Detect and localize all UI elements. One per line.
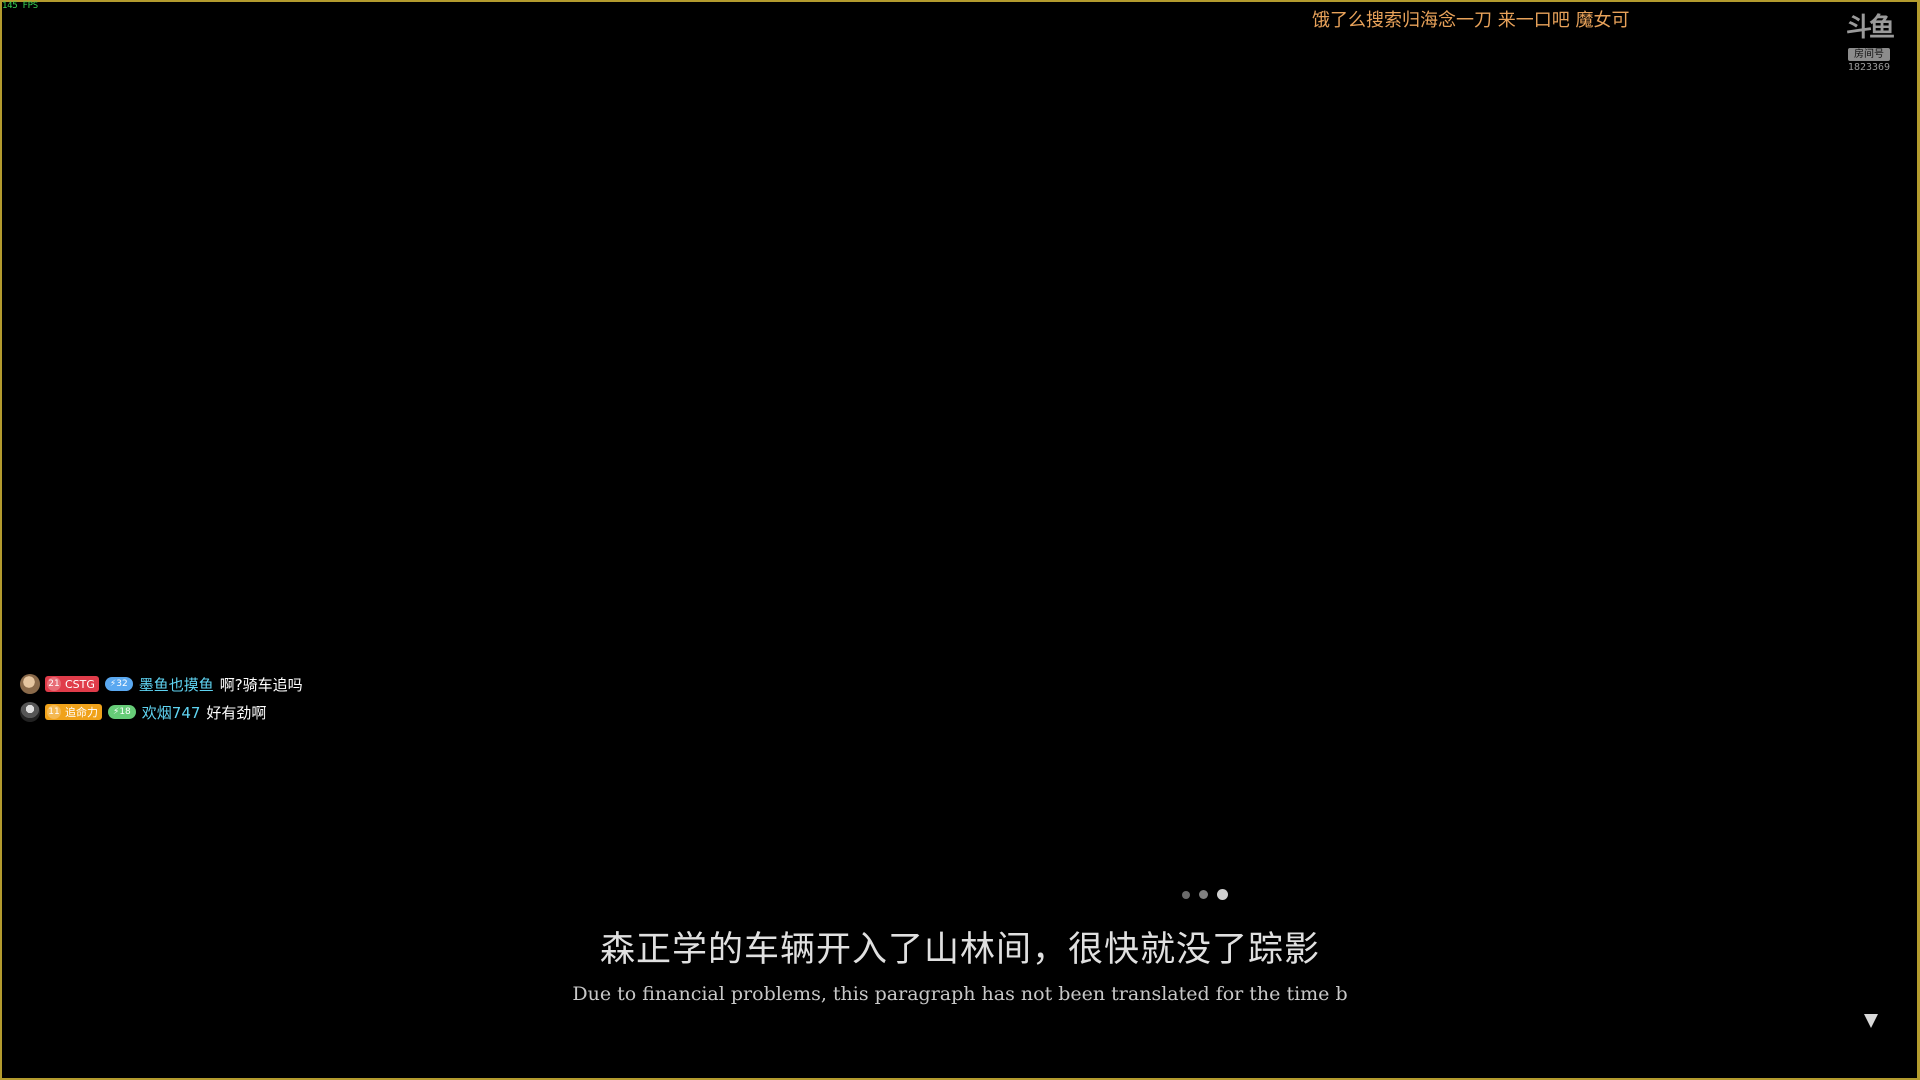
progress-dot [1182,890,1190,899]
chat-overlay: 21 CSTG ⚡ 32 墨鱼也摸鱼 啊?骑车追吗 11 追命力 ⚡ 18 欢烟74… [20,670,303,726]
fan-badge: 11 追命力 [45,704,102,720]
chat-message: 11 追命力 ⚡ 18 欢烟747 好有劲啊 [20,698,303,726]
game-window-frame [0,0,1920,1080]
chat-username[interactable]: 欢烟747 [142,702,201,723]
user-level-badge: ⚡ 18 [108,705,136,719]
room-number: 1823369 [1847,62,1891,73]
chat-message: 21 CSTG ⚡ 32 墨鱼也摸鱼 啊?骑车追吗 [20,670,303,698]
fan-level: 11 [47,705,61,719]
scrolling-marquee: 饿了么搜索归海念一刀 来一口吧 魔女可 [1312,10,1630,31]
user-level: 18 [119,707,131,717]
douyu-logo: 斗鱼 [1845,13,1895,43]
chat-text: 好有劲啊 [206,703,267,722]
fan-badge-label: 追命力 [65,706,98,719]
chat-username[interactable]: 墨鱼也摸鱼 [139,674,214,695]
user-level-badge: ⚡ 32 [104,677,133,691]
fps-counter: 145 FPS [2,1,38,11]
user-avatar-icon[interactable] [20,702,40,722]
fan-badge-label: CSTG [65,677,95,691]
fan-badge: 21 CSTG [45,676,99,692]
chat-text: 啊?骑车追吗 [219,675,303,694]
progress-dot [1199,890,1208,899]
user-level: 32 [116,679,128,689]
dialogue-progress-dots [1182,889,1228,900]
dialogue-text-en[interactable]: Due to financial problems, this paragrap… [0,983,1920,1005]
user-avatar-icon[interactable] [20,674,40,694]
progress-dot-active [1217,889,1228,900]
room-tag: 房间号 [1848,48,1890,61]
dialogue-text-cn[interactable]: 森正学的车辆开入了山林间，很快就没了踪影 [0,921,1920,972]
fan-level: 21 [47,677,61,691]
triangle-down-icon[interactable] [1864,1014,1878,1028]
stream-watermark: 斗鱼 房间号 1823369 [1838,14,1900,75]
